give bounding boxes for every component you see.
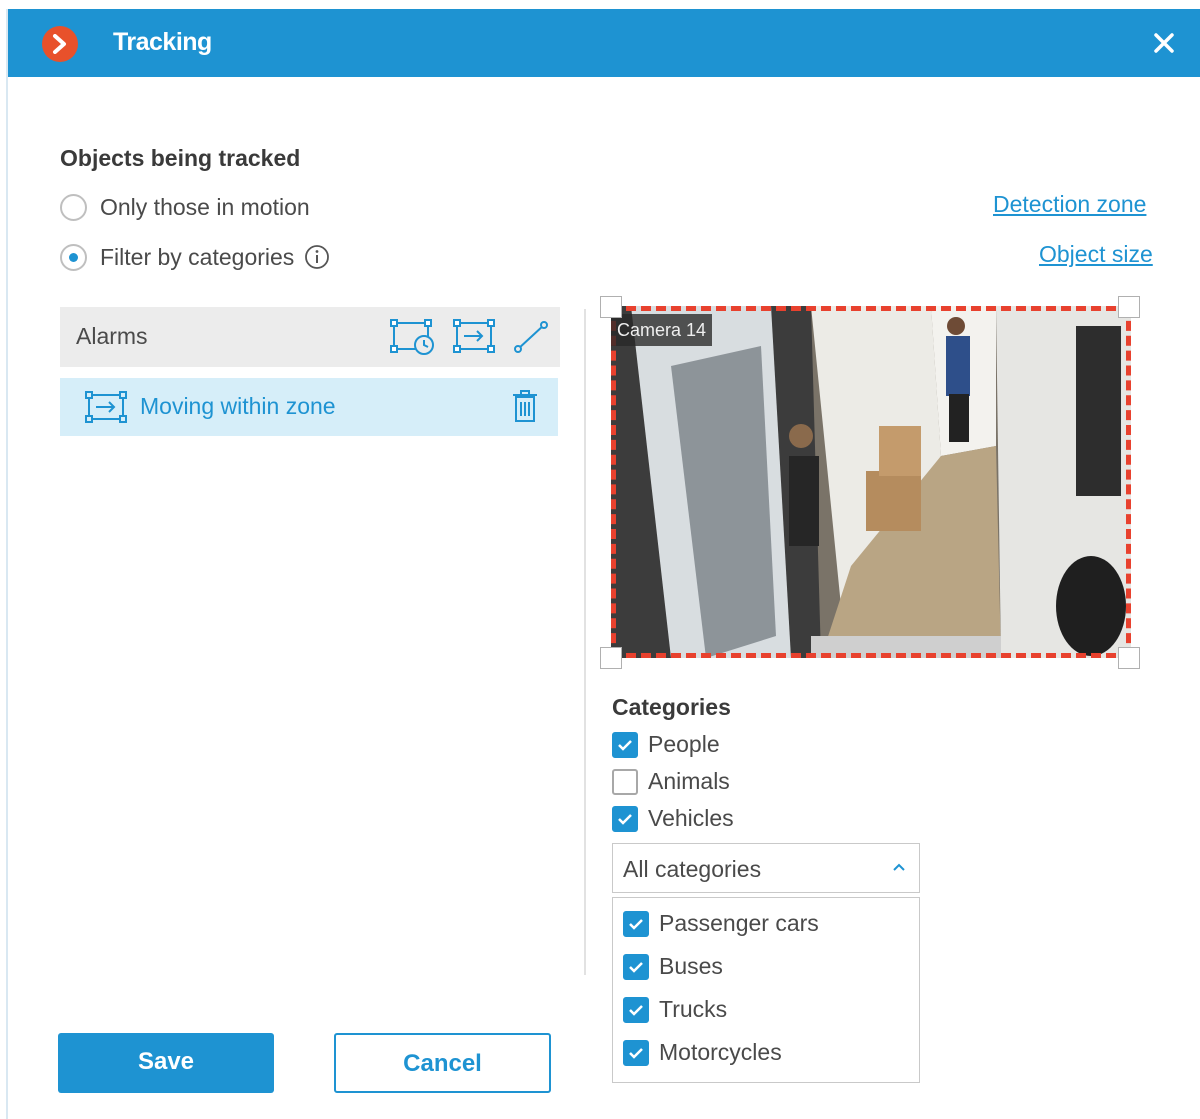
checkbox-label: Trucks (659, 996, 728, 1022)
alarms-label: Alarms (76, 323, 148, 349)
close-icon[interactable] (1150, 29, 1178, 57)
checkbox[interactable] (623, 996, 649, 1023)
select-value: All categories (623, 856, 762, 882)
camera-label: Camera 14 (611, 314, 713, 346)
alarm-item-label: Moving within zone (140, 393, 336, 419)
checkbox-passenger-cars[interactable]: Passenger cars (623, 910, 819, 937)
radio-label: Filter by categories (100, 243, 295, 270)
checkbox[interactable] (623, 910, 649, 937)
camera-preview[interactable] (611, 306, 1131, 658)
checkbox-people[interactable]: People (612, 731, 720, 758)
panel-divider (584, 309, 586, 975)
radio-filter-by-categories[interactable]: Filter by categories (60, 241, 330, 273)
radio-label: Only those in motion (100, 193, 310, 220)
vehicle-category-select[interactable]: All categories (612, 843, 920, 893)
alarm-item-moving-within-zone[interactable]: Moving within zone (60, 378, 558, 436)
trash-icon[interactable] (510, 388, 540, 424)
cancel-button[interactable]: Cancel (334, 1033, 551, 1093)
vehicle-category-dropdown: Passenger cars Buses Trucks Motorcycles (612, 897, 920, 1083)
checkbox[interactable] (612, 805, 638, 832)
line-cross-icon[interactable] (512, 317, 552, 357)
objects-section-title: Objects being tracked (60, 145, 301, 171)
categories-title: Categories (612, 694, 731, 720)
zone-timer-icon[interactable] (390, 317, 436, 357)
alarms-header: Alarms (60, 307, 560, 367)
title-bar: Tracking (8, 9, 1200, 77)
chevron-right-circle-logo (42, 26, 78, 62)
tracking-dialog: Tracking Objects being tracked Only thos… (6, 9, 1200, 1119)
info-icon[interactable] (304, 244, 330, 270)
checkbox-label: Motorcycles (659, 1039, 782, 1065)
checkbox-animals[interactable]: Animals (612, 768, 730, 795)
checkbox-label: Animals (648, 768, 730, 794)
chevron-up-icon (893, 863, 905, 871)
checkbox[interactable] (612, 731, 638, 758)
zone-handle-top-right[interactable] (1118, 296, 1140, 318)
checkbox-buses[interactable]: Buses (623, 953, 723, 980)
checkbox-label: Passenger cars (659, 910, 819, 936)
zone-handle-top-left[interactable] (600, 296, 622, 318)
zone-handle-bottom-left[interactable] (600, 647, 622, 669)
radio-button[interactable] (60, 193, 87, 221)
zone-enter-icon[interactable] (452, 317, 498, 357)
camera-scene-image (611, 306, 1131, 658)
checkbox-vehicles[interactable]: Vehicles (612, 805, 734, 832)
detection-zone-link[interactable]: Detection zone (993, 191, 1146, 218)
checkbox-label: People (648, 731, 720, 757)
zone-handle-bottom-right[interactable] (1118, 647, 1140, 669)
checkbox-motorcycles[interactable]: Motorcycles (623, 1039, 782, 1066)
checkbox-label: Buses (659, 953, 723, 979)
radio-only-in-motion[interactable]: Only those in motion (60, 191, 310, 223)
checkbox-label: Vehicles (648, 805, 734, 831)
zone-enter-icon (85, 391, 127, 423)
checkbox[interactable] (612, 768, 638, 795)
checkbox[interactable] (623, 1039, 649, 1066)
window-title: Tracking (113, 28, 212, 56)
checkbox[interactable] (623, 953, 649, 980)
save-button[interactable]: Save (58, 1033, 274, 1093)
checkbox-trucks[interactable]: Trucks (623, 996, 727, 1023)
radio-button[interactable] (60, 243, 87, 271)
object-size-link[interactable]: Object size (1039, 241, 1153, 268)
